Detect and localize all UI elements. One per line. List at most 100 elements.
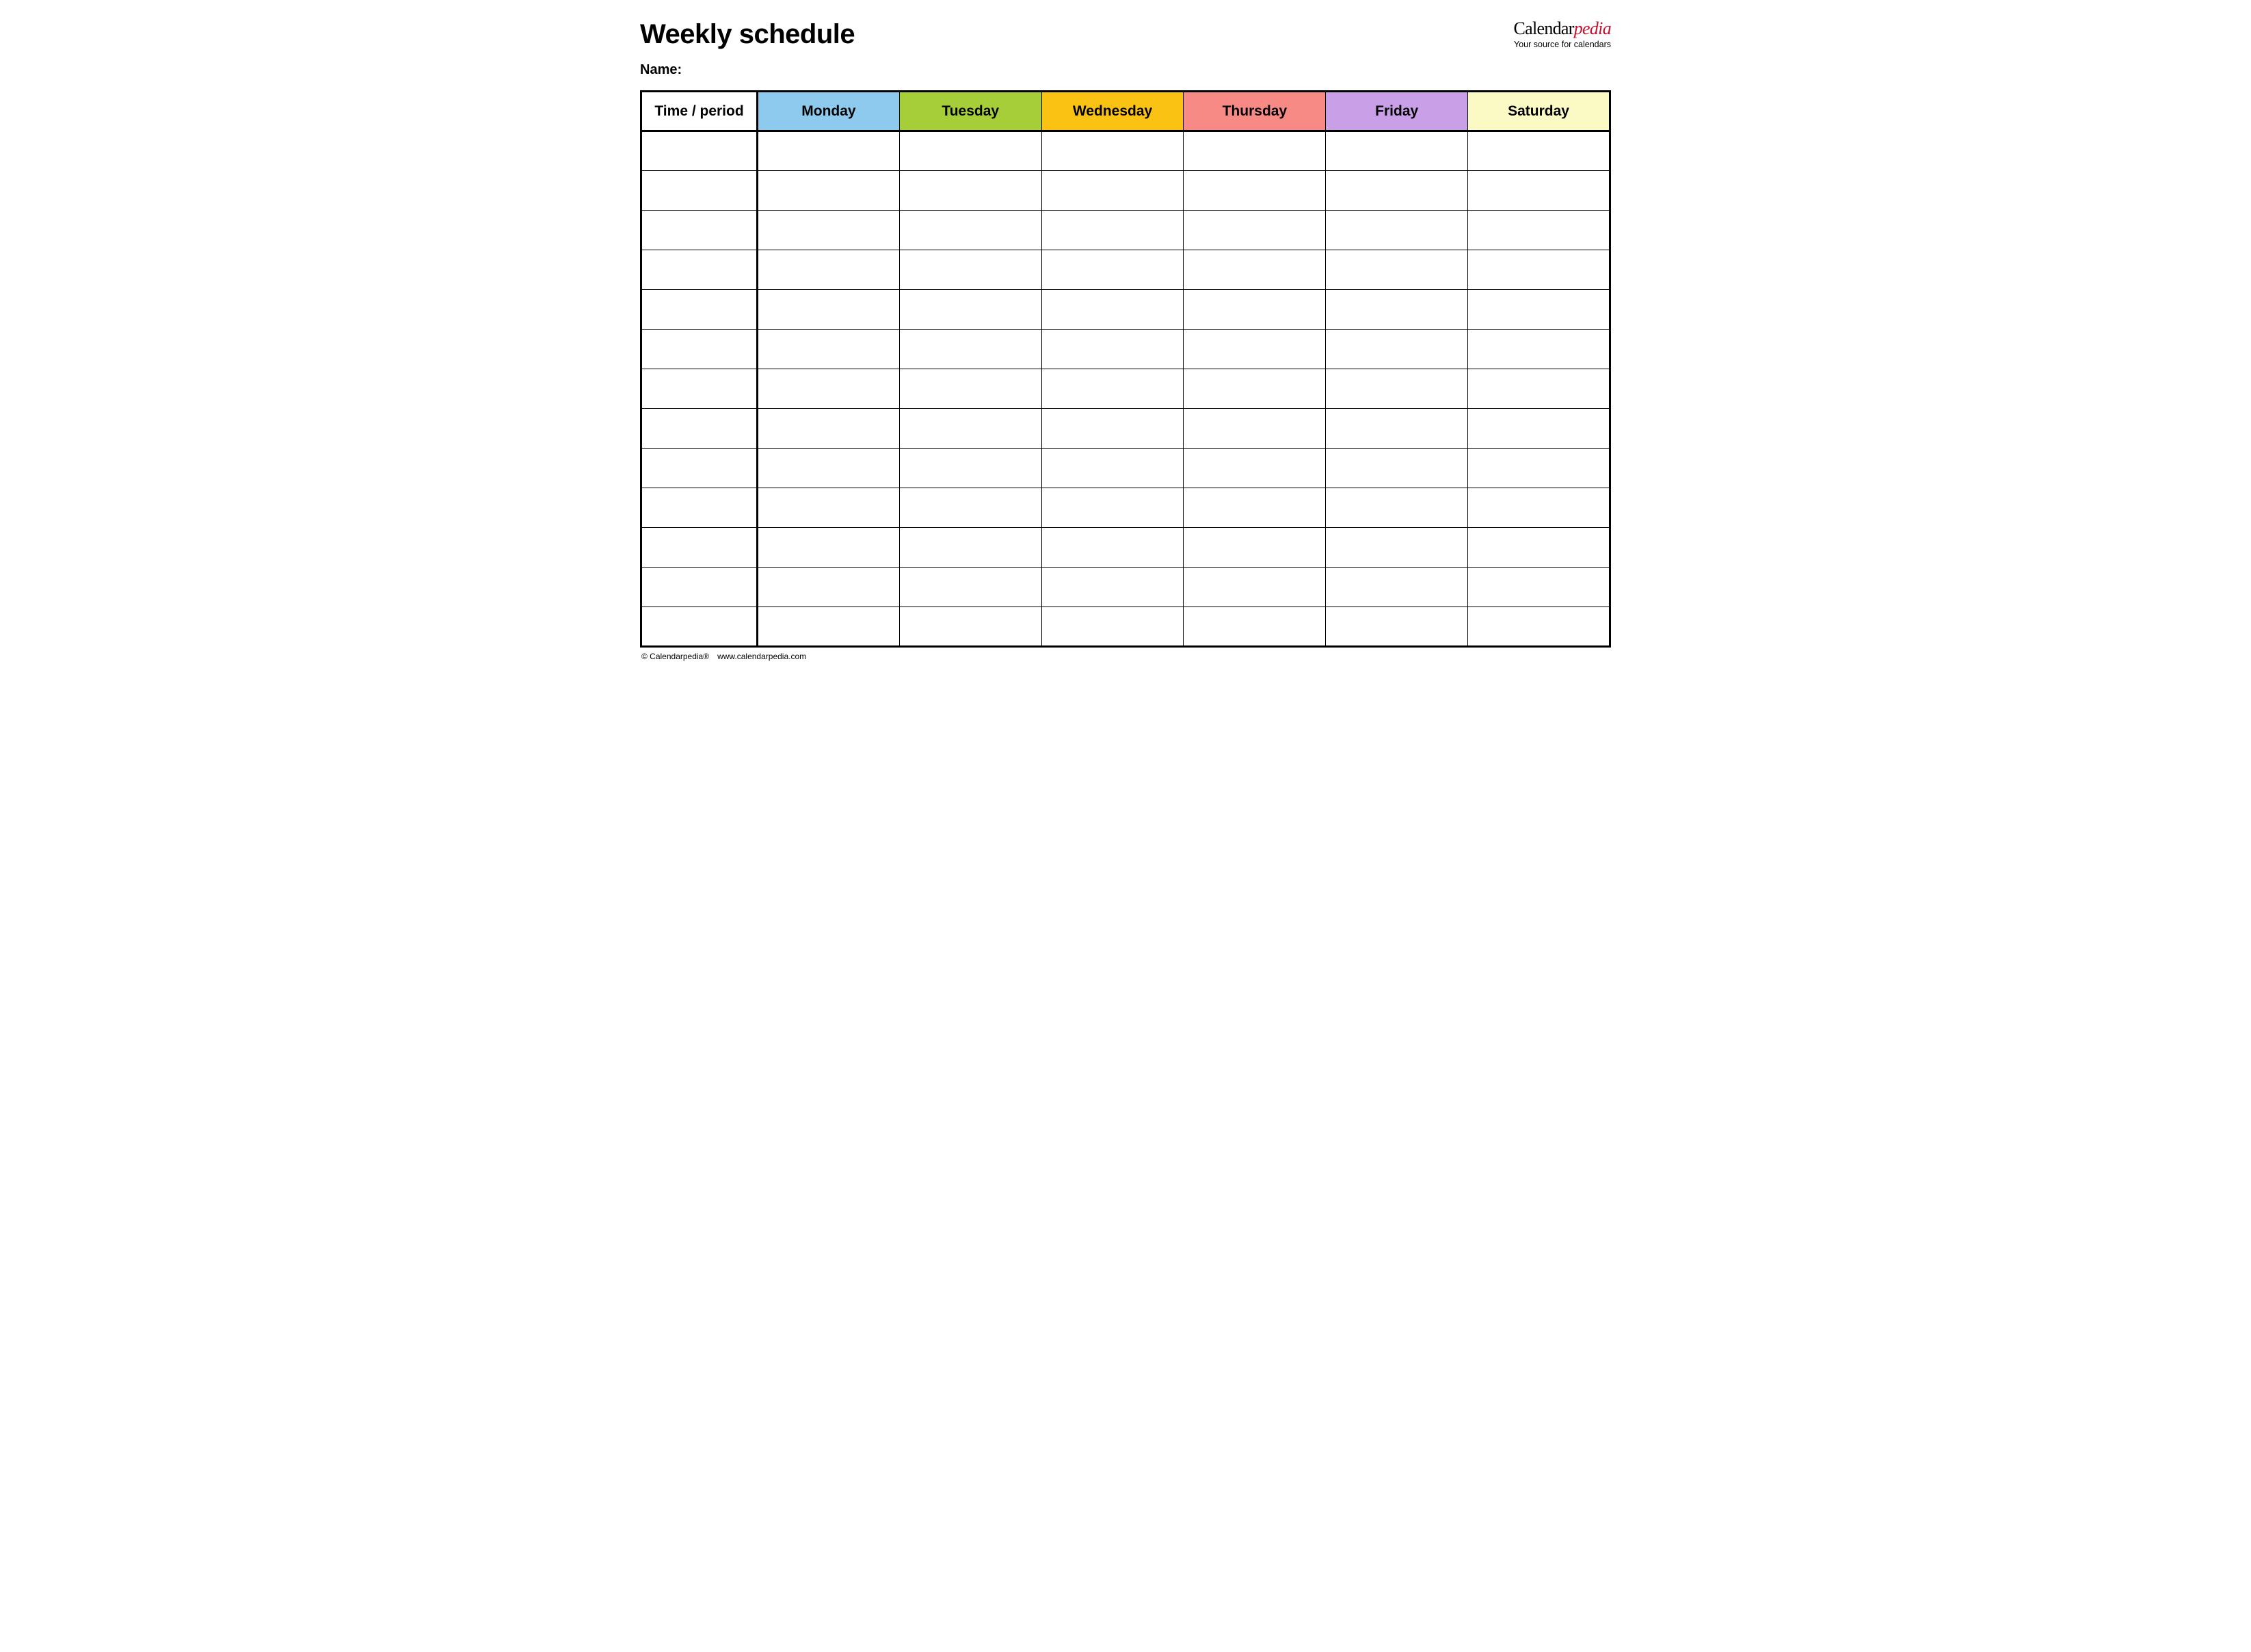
- schedule-cell[interactable]: [1468, 211, 1610, 250]
- schedule-cell[interactable]: [1326, 568, 1468, 607]
- schedule-cell[interactable]: [1041, 211, 1184, 250]
- schedule-cell[interactable]: [1326, 131, 1468, 171]
- schedule-cell[interactable]: [1326, 330, 1468, 369]
- schedule-cell[interactable]: [1468, 250, 1610, 290]
- schedule-cell[interactable]: [1041, 488, 1184, 528]
- schedule-cell[interactable]: [1184, 607, 1326, 647]
- schedule-cell[interactable]: [1468, 290, 1610, 330]
- schedule-cell[interactable]: [1041, 409, 1184, 449]
- schedule-cell[interactable]: [899, 250, 1041, 290]
- time-cell[interactable]: [641, 171, 758, 211]
- schedule-cell[interactable]: [1326, 171, 1468, 211]
- schedule-cell[interactable]: [1041, 449, 1184, 488]
- table-row: [641, 211, 1610, 250]
- schedule-cell[interactable]: [1184, 290, 1326, 330]
- schedule-cell[interactable]: [758, 488, 900, 528]
- time-cell[interactable]: [641, 250, 758, 290]
- schedule-cell[interactable]: [1041, 568, 1184, 607]
- table-row: [641, 409, 1610, 449]
- schedule-cell[interactable]: [1326, 369, 1468, 409]
- schedule-cell[interactable]: [758, 528, 900, 568]
- schedule-cell[interactable]: [1326, 449, 1468, 488]
- schedule-cell[interactable]: [758, 369, 900, 409]
- schedule-cell[interactable]: [899, 369, 1041, 409]
- schedule-cell[interactable]: [899, 488, 1041, 528]
- schedule-cell[interactable]: [1041, 131, 1184, 171]
- schedule-cell[interactable]: [899, 131, 1041, 171]
- table-row: [641, 330, 1610, 369]
- time-cell[interactable]: [641, 131, 758, 171]
- time-cell[interactable]: [641, 488, 758, 528]
- schedule-cell[interactable]: [899, 211, 1041, 250]
- time-cell[interactable]: [641, 528, 758, 568]
- schedule-cell[interactable]: [1184, 528, 1326, 568]
- time-cell[interactable]: [641, 211, 758, 250]
- time-cell[interactable]: [641, 369, 758, 409]
- time-cell[interactable]: [641, 449, 758, 488]
- schedule-cell[interactable]: [899, 330, 1041, 369]
- schedule-cell[interactable]: [1184, 330, 1326, 369]
- schedule-cell[interactable]: [1468, 409, 1610, 449]
- schedule-cell[interactable]: [1184, 171, 1326, 211]
- schedule-cell[interactable]: [1184, 369, 1326, 409]
- time-cell[interactable]: [641, 568, 758, 607]
- schedule-cell[interactable]: [758, 250, 900, 290]
- schedule-cell[interactable]: [758, 211, 900, 250]
- schedule-cell[interactable]: [1468, 449, 1610, 488]
- schedule-cell[interactable]: [1468, 369, 1610, 409]
- schedule-cell[interactable]: [1326, 250, 1468, 290]
- schedule-cell[interactable]: [1326, 409, 1468, 449]
- schedule-table: Time / period Monday Tuesday Wednesday T…: [640, 90, 1611, 648]
- schedule-cell[interactable]: [899, 528, 1041, 568]
- schedule-cell[interactable]: [1468, 528, 1610, 568]
- schedule-cell[interactable]: [758, 449, 900, 488]
- time-cell[interactable]: [641, 607, 758, 647]
- schedule-cell[interactable]: [899, 607, 1041, 647]
- schedule-cell[interactable]: [1184, 211, 1326, 250]
- schedule-cell[interactable]: [758, 171, 900, 211]
- schedule-cell[interactable]: [758, 131, 900, 171]
- time-cell[interactable]: [641, 290, 758, 330]
- schedule-cell[interactable]: [1184, 488, 1326, 528]
- schedule-cell[interactable]: [1041, 171, 1184, 211]
- schedule-cell[interactable]: [1468, 568, 1610, 607]
- schedule-cell[interactable]: [1184, 409, 1326, 449]
- brand-name: Calendarpedia: [1513, 19, 1611, 39]
- schedule-cell[interactable]: [899, 568, 1041, 607]
- schedule-cell[interactable]: [1326, 488, 1468, 528]
- schedule-cell[interactable]: [1041, 250, 1184, 290]
- time-cell[interactable]: [641, 330, 758, 369]
- schedule-cell[interactable]: [758, 290, 900, 330]
- schedule-cell[interactable]: [1184, 131, 1326, 171]
- schedule-cell[interactable]: [758, 409, 900, 449]
- schedule-cell[interactable]: [1326, 607, 1468, 647]
- schedule-cell[interactable]: [1041, 607, 1184, 647]
- schedule-cell[interactable]: [758, 607, 900, 647]
- schedule-cell[interactable]: [1326, 290, 1468, 330]
- schedule-cell[interactable]: [758, 568, 900, 607]
- table-row: [641, 528, 1610, 568]
- schedule-cell[interactable]: [1468, 171, 1610, 211]
- schedule-cell[interactable]: [899, 409, 1041, 449]
- schedule-cell[interactable]: [1468, 330, 1610, 369]
- schedule-cell[interactable]: [1184, 449, 1326, 488]
- schedule-cell[interactable]: [1468, 488, 1610, 528]
- schedule-cell[interactable]: [899, 449, 1041, 488]
- header: Weekly schedule Calendarpedia Your sourc…: [640, 19, 1611, 50]
- schedule-cell[interactable]: [758, 330, 900, 369]
- schedule-cell[interactable]: [1326, 528, 1468, 568]
- schedule-cell[interactable]: [1326, 211, 1468, 250]
- schedule-cell[interactable]: [899, 290, 1041, 330]
- time-cell[interactable]: [641, 409, 758, 449]
- col-time-period: Time / period: [641, 92, 758, 131]
- table-row: [641, 290, 1610, 330]
- schedule-cell[interactable]: [1041, 330, 1184, 369]
- schedule-cell[interactable]: [1041, 369, 1184, 409]
- schedule-cell[interactable]: [1041, 528, 1184, 568]
- schedule-cell[interactable]: [1184, 568, 1326, 607]
- schedule-cell[interactable]: [1041, 290, 1184, 330]
- schedule-cell[interactable]: [899, 171, 1041, 211]
- schedule-cell[interactable]: [1468, 131, 1610, 171]
- schedule-cell[interactable]: [1468, 607, 1610, 647]
- schedule-cell[interactable]: [1184, 250, 1326, 290]
